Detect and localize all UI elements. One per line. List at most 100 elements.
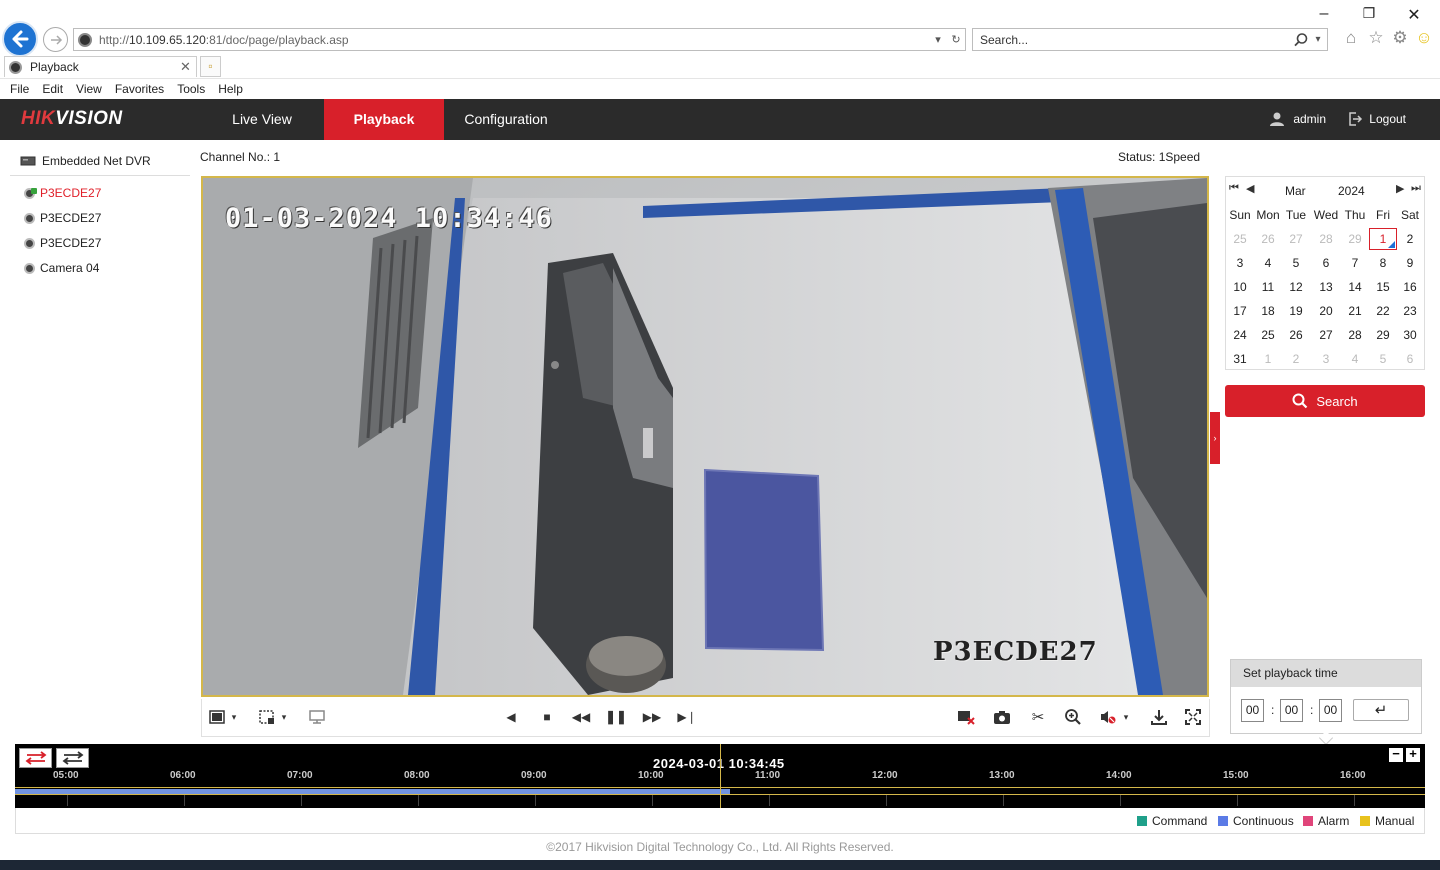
- audio-muted-icon[interactable]: [1097, 707, 1119, 727]
- hour-input[interactable]: 00: [1241, 699, 1264, 722]
- restore-icon[interactable]: ❐: [1354, 5, 1384, 22]
- tab-live-view[interactable]: Live View: [200, 99, 324, 140]
- close-window-icon[interactable]: ✕: [1399, 5, 1429, 25]
- calendar-day[interactable]: 5: [1282, 252, 1310, 274]
- new-tab-button[interactable]: ▫: [200, 56, 221, 77]
- timeline-bar[interactable]: 2024-03-01 10:34:45 05:00 06:00 07:00 08:00…: [15, 744, 1425, 808]
- tab-configuration[interactable]: Configuration: [444, 99, 568, 140]
- layout-dropdown-icon[interactable]: ▾: [228, 707, 240, 727]
- menu-favorites[interactable]: Favorites: [115, 82, 164, 96]
- calendar-day[interactable]: 21: [1341, 300, 1369, 322]
- back-button[interactable]: [2, 21, 38, 57]
- calendar-month[interactable]: Mar: [1285, 184, 1306, 198]
- menu-tools[interactable]: Tools: [177, 82, 205, 96]
- menu-file[interactable]: File: [10, 82, 29, 96]
- forward-button[interactable]: [43, 27, 68, 52]
- calendar-day[interactable]: 12: [1282, 276, 1310, 298]
- url-dropdown-icon[interactable]: ▾: [929, 33, 947, 46]
- next-month-icon[interactable]: ▶: [1396, 182, 1404, 195]
- pause-icon[interactable]: ❚❚: [605, 707, 627, 727]
- logout-button[interactable]: Logout: [1347, 111, 1406, 127]
- aspect-dropdown-icon[interactable]: ▾: [278, 707, 290, 727]
- calendar-day[interactable]: 14: [1341, 276, 1369, 298]
- calendar-day[interactable]: 20: [1312, 300, 1340, 322]
- menu-help[interactable]: Help: [218, 82, 243, 96]
- prev-year-icon[interactable]: ⏮: [1229, 182, 1239, 195]
- go-to-time-button[interactable]: ↵: [1353, 699, 1409, 721]
- video-playback-window[interactable]: 01-03-2024 10:34:46 P3ECDE27: [201, 176, 1209, 697]
- calendar-day[interactable]: 3: [1226, 252, 1254, 274]
- search-button[interactable]: Search: [1225, 385, 1425, 417]
- menu-edit[interactable]: Edit: [42, 82, 63, 96]
- home-icon[interactable]: ⌂: [1341, 28, 1361, 48]
- download-icon[interactable]: [1148, 707, 1170, 727]
- speed-up-icon[interactable]: ▶▶: [641, 707, 663, 727]
- calendar-day[interactable]: 6: [1312, 252, 1340, 274]
- second-input[interactable]: 00: [1319, 699, 1342, 722]
- prev-month-icon[interactable]: ◀: [1246, 182, 1254, 195]
- calendar-day[interactable]: 31: [1226, 348, 1254, 370]
- calendar-day[interactable]: 17: [1226, 300, 1254, 322]
- single-frame-icon[interactable]: ▶❘: [676, 707, 698, 727]
- calendar-day[interactable]: 2: [1282, 348, 1310, 370]
- browser-tab-playback[interactable]: Playback ✕: [4, 56, 197, 77]
- timeline-zoom-in-button[interactable]: +: [1406, 747, 1420, 762]
- calendar-day[interactable]: 26: [1254, 228, 1282, 250]
- sync-playback-button[interactable]: [19, 748, 52, 768]
- calendar-day[interactable]: 2: [1396, 228, 1424, 250]
- clip-scissors-icon[interactable]: ✂: [1027, 707, 1049, 727]
- refresh-icon[interactable]: ↻: [947, 33, 965, 46]
- camera-item-2[interactable]: P3ECDE27: [24, 211, 101, 225]
- reverse-play-icon[interactable]: ◀: [500, 707, 522, 727]
- browser-search-input[interactable]: Search... ▾: [972, 28, 1328, 51]
- calendar-day[interactable]: 4: [1254, 252, 1282, 274]
- calendar-day[interactable]: 11: [1254, 276, 1282, 298]
- smiley-feedback-icon[interactable]: ☺: [1414, 28, 1434, 48]
- async-playback-button[interactable]: [56, 748, 89, 768]
- calendar-day[interactable]: 15: [1369, 276, 1397, 298]
- calendar-day[interactable]: 1: [1254, 348, 1282, 370]
- calendar-day[interactable]: 22: [1369, 300, 1397, 322]
- camera-capture-icon[interactable]: [991, 707, 1013, 727]
- calendar-day[interactable]: 27: [1282, 228, 1310, 250]
- settings-gear-icon[interactable]: ⚙: [1390, 28, 1410, 48]
- stop-icon[interactable]: ■: [536, 707, 558, 727]
- calendar-day[interactable]: 29: [1369, 324, 1397, 346]
- calendar-day[interactable]: 25: [1226, 228, 1254, 250]
- minute-input[interactable]: 00: [1280, 699, 1303, 722]
- calendar-day[interactable]: 5: [1369, 348, 1397, 370]
- next-year-icon[interactable]: ⏭: [1411, 182, 1421, 195]
- search-icon[interactable]: [1293, 32, 1309, 48]
- address-bar[interactable]: http://10.109.65.120:81/doc/page/playbac…: [73, 28, 966, 51]
- close-tab-icon[interactable]: ✕: [180, 59, 196, 75]
- calendar-day[interactable]: 23: [1396, 300, 1424, 322]
- calendar-day[interactable]: 8: [1369, 252, 1397, 274]
- calendar-day[interactable]: 9: [1396, 252, 1424, 274]
- minimize-icon[interactable]: –: [1309, 5, 1339, 23]
- calendar-day[interactable]: 10: [1226, 276, 1254, 298]
- calendar-day[interactable]: 7: [1341, 252, 1369, 274]
- calendar-day[interactable]: 27: [1312, 324, 1340, 346]
- volume-dropdown-icon[interactable]: ▾: [1120, 707, 1132, 727]
- search-dropdown-icon[interactable]: ▾: [1309, 34, 1327, 45]
- camera-item-1[interactable]: P3ECDE27: [24, 186, 101, 200]
- tab-playback[interactable]: Playback: [324, 99, 444, 140]
- calendar-day[interactable]: 16: [1396, 276, 1424, 298]
- calendar-day[interactable]: 30: [1396, 324, 1424, 346]
- calendar-day[interactable]: 19: [1282, 300, 1310, 322]
- aspect-ratio-icon[interactable]: [256, 707, 278, 727]
- calendar-day[interactable]: 25: [1254, 324, 1282, 346]
- fisheye-icon[interactable]: [306, 707, 328, 727]
- calendar-day[interactable]: 3: [1312, 348, 1340, 370]
- timeline-zoom-out-button[interactable]: −: [1389, 747, 1403, 762]
- calendar-day[interactable]: 29: [1341, 228, 1369, 250]
- slow-down-icon[interactable]: ◀◀: [570, 707, 592, 727]
- tree-root-dvr[interactable]: Embedded Net DVR: [20, 154, 151, 168]
- timeline-cursor[interactable]: [720, 744, 721, 808]
- favorites-star-icon[interactable]: ☆: [1366, 28, 1386, 48]
- stop-all-icon[interactable]: [955, 707, 977, 727]
- calendar-day[interactable]: 26: [1282, 324, 1310, 346]
- digital-zoom-icon[interactable]: [1062, 707, 1084, 727]
- calendar-day[interactable]: 18: [1254, 300, 1282, 322]
- url-text[interactable]: http://10.109.65.120:81/doc/page/playbac…: [99, 33, 929, 47]
